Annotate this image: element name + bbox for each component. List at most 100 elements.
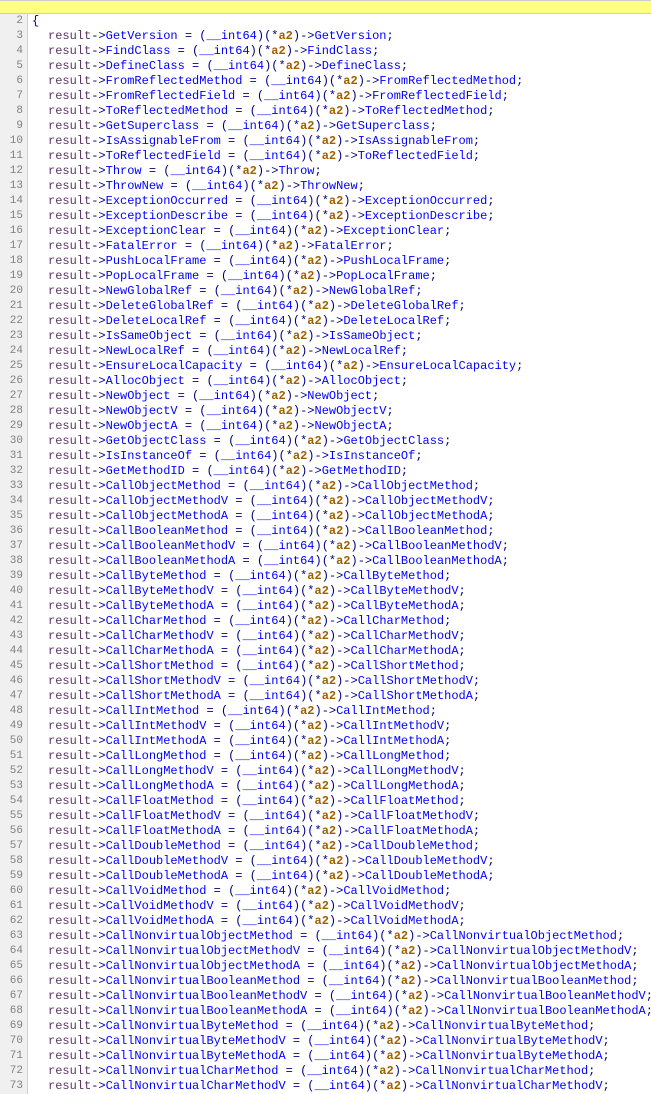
arg-name: a2: [329, 854, 343, 868]
arg-name: a2: [315, 779, 329, 793]
line-number: 46: [0, 674, 23, 689]
line-number: 34: [0, 494, 23, 509]
code-line: result->FindClass = (__int64)(*a2)->Find…: [32, 44, 651, 59]
code-body[interactable]: {result->GetVersion = (__int64)(*a2)->Ge…: [28, 14, 651, 1094]
cast-type: __int64: [307, 1064, 357, 1078]
arg-name: a2: [242, 164, 256, 178]
lhs-member: CallByteMethod: [106, 569, 207, 583]
line-number: 11: [0, 149, 23, 164]
result-var: result: [48, 764, 91, 778]
line-number: 32: [0, 464, 23, 479]
code-line: result->CallNonvirtualBooleanMethodV = (…: [32, 989, 651, 1004]
code-line: result->GetObjectClass = (__int64)(*a2)-…: [32, 434, 651, 449]
code-line: result->CallNonvirtualObjectMethod = (__…: [32, 929, 651, 944]
cast-type: __int64: [242, 644, 292, 658]
cast-type: __int64: [250, 674, 300, 688]
result-var: result: [48, 1004, 91, 1018]
lhs-member: CallBooleanMethodV: [106, 539, 236, 553]
arg-name: a2: [329, 524, 343, 538]
lhs-member: ExceptionOccurred: [106, 194, 228, 208]
cast-type: __int64: [257, 494, 307, 508]
arg-name: a2: [271, 44, 285, 58]
code-line: result->GetMethodID = (__int64)(*a2)->Ge…: [32, 464, 651, 479]
line-number: 54: [0, 794, 23, 809]
code-line: result->IsAssignableFrom = (__int64)(*a2…: [32, 134, 651, 149]
cast-type: __int64: [235, 614, 285, 628]
arg-name: a2: [293, 284, 307, 298]
code-line: result->CallBooleanMethod = (__int64)(*a…: [32, 524, 651, 539]
rhs-member: IsInstanceOf: [329, 449, 415, 463]
arg-name: a2: [329, 104, 343, 118]
line-number-gutter: 2345678910111213141516171819202122232425…: [0, 14, 28, 1094]
arg-name: a2: [307, 884, 321, 898]
rhs-member: CallDoubleMethodA: [365, 869, 487, 883]
lhs-member: CallVoidMethodV: [106, 899, 214, 913]
result-var: result: [48, 614, 91, 628]
rhs-member: NewLocalRef: [322, 344, 401, 358]
line-number: 36: [0, 524, 23, 539]
cast-type: __int64: [250, 134, 300, 148]
line-number: 70: [0, 1034, 23, 1049]
cast-type: __int64: [242, 629, 292, 643]
lhs-member: CallNonvirtualBooleanMethod: [106, 974, 300, 988]
result-var: result: [48, 164, 91, 178]
lhs-member: CallDoubleMethodV: [106, 854, 228, 868]
code-line: result->CallIntMethodA = (__int64)(*a2)-…: [32, 734, 651, 749]
cast-type: __int64: [199, 44, 249, 58]
arg-name: a2: [401, 944, 415, 958]
result-var: result: [48, 59, 91, 73]
code-line: result->Throw = (__int64)(*a2)->Throw;: [32, 164, 651, 179]
line-number: 5: [0, 59, 23, 74]
rhs-member: GetMethodID: [322, 464, 401, 478]
line-number: 12: [0, 164, 23, 179]
result-var: result: [48, 344, 91, 358]
cast-type: __int64: [257, 869, 307, 883]
code-line: result->CallNonvirtualCharMethodV = (__i…: [32, 1079, 651, 1094]
rhs-member: CallNonvirtualByteMethodA: [423, 1049, 603, 1063]
lhs-member: CallByteMethodV: [106, 584, 214, 598]
code-line: result->FromReflectedField = (__int64)(*…: [32, 89, 651, 104]
result-var: result: [48, 1019, 91, 1033]
result-var: result: [48, 1049, 91, 1063]
arg-name: a2: [387, 1049, 401, 1063]
code-line: result->ExceptionOccurred = (__int64)(*a…: [32, 194, 651, 209]
arg-name: a2: [307, 434, 321, 448]
rhs-member: CallByteMethod: [343, 569, 444, 583]
rhs-member: CallDoubleMethodV: [365, 854, 487, 868]
rhs-member: FatalError: [315, 239, 387, 253]
result-var: result: [48, 794, 91, 808]
line-number: 14: [0, 194, 23, 209]
code-line: result->CallIntMethod = (__int64)(*a2)->…: [32, 704, 651, 719]
rhs-member: FindClass: [307, 44, 372, 58]
arg-name: a2: [300, 269, 314, 283]
arg-name: a2: [315, 914, 329, 928]
code-line: result->CallNonvirtualObjectMethodA = (_…: [32, 959, 651, 974]
code-line: result->CallLongMethodV = (__int64)(*a2)…: [32, 764, 651, 779]
rhs-member: ToReflectedField: [358, 149, 473, 163]
arg-name: a2: [322, 479, 336, 493]
arg-name: a2: [278, 239, 292, 253]
line-number: 45: [0, 659, 23, 674]
lhs-member: PopLocalFrame: [106, 269, 200, 283]
cast-type: __int64: [235, 254, 285, 268]
result-var: result: [48, 239, 91, 253]
cast-type: __int64: [250, 149, 300, 163]
rhs-member: CallByteMethodA: [351, 599, 459, 613]
line-number: 7: [0, 89, 23, 104]
rhs-member: IsAssignableFrom: [358, 134, 473, 148]
line-number: 25: [0, 359, 23, 374]
rhs-member: PopLocalFrame: [336, 269, 430, 283]
arg-name: a2: [322, 134, 336, 148]
cast-type: __int64: [329, 944, 379, 958]
line-number: 63: [0, 929, 23, 944]
code-line: result->DefineClass = (__int64)(*a2)->De…: [32, 59, 651, 74]
line-number: 47: [0, 689, 23, 704]
cast-type: __int64: [242, 899, 292, 913]
cast-type: __int64: [242, 299, 292, 313]
code-line: result->CallIntMethodV = (__int64)(*a2)-…: [32, 719, 651, 734]
code-line: result->CallByteMethodV = (__int64)(*a2)…: [32, 584, 651, 599]
cast-type: __int64: [250, 824, 300, 838]
result-var: result: [48, 269, 91, 283]
line-number: 40: [0, 584, 23, 599]
code-line: result->CallVoidMethodV = (__int64)(*a2)…: [32, 899, 651, 914]
